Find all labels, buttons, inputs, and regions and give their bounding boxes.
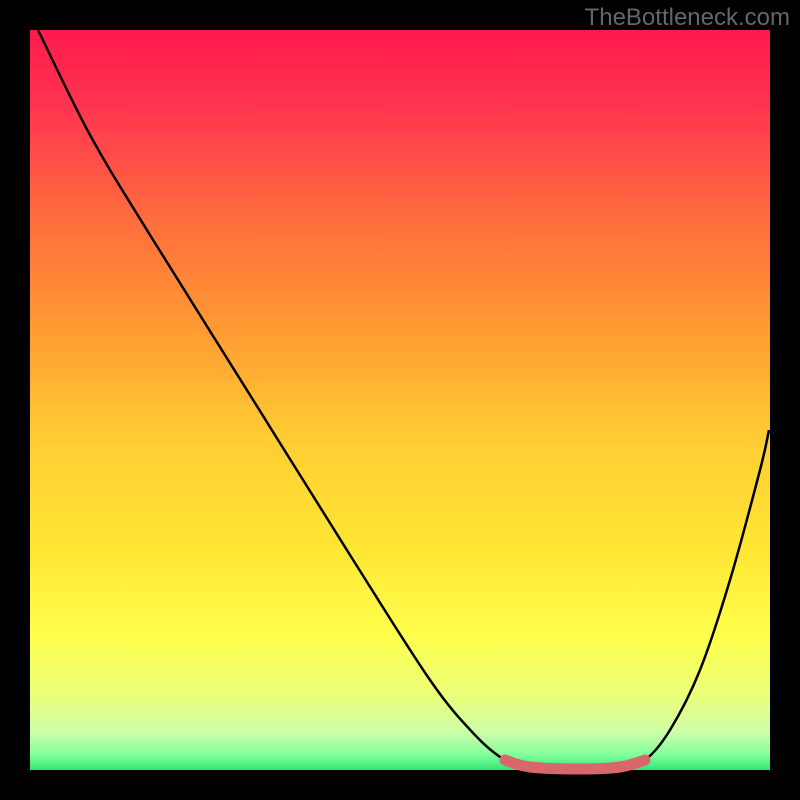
plot-background — [30, 30, 770, 770]
chart-container: TheBottleneck.com — [0, 0, 800, 800]
watermark-text: TheBottleneck.com — [585, 4, 790, 32]
chart-svg — [0, 0, 800, 800]
